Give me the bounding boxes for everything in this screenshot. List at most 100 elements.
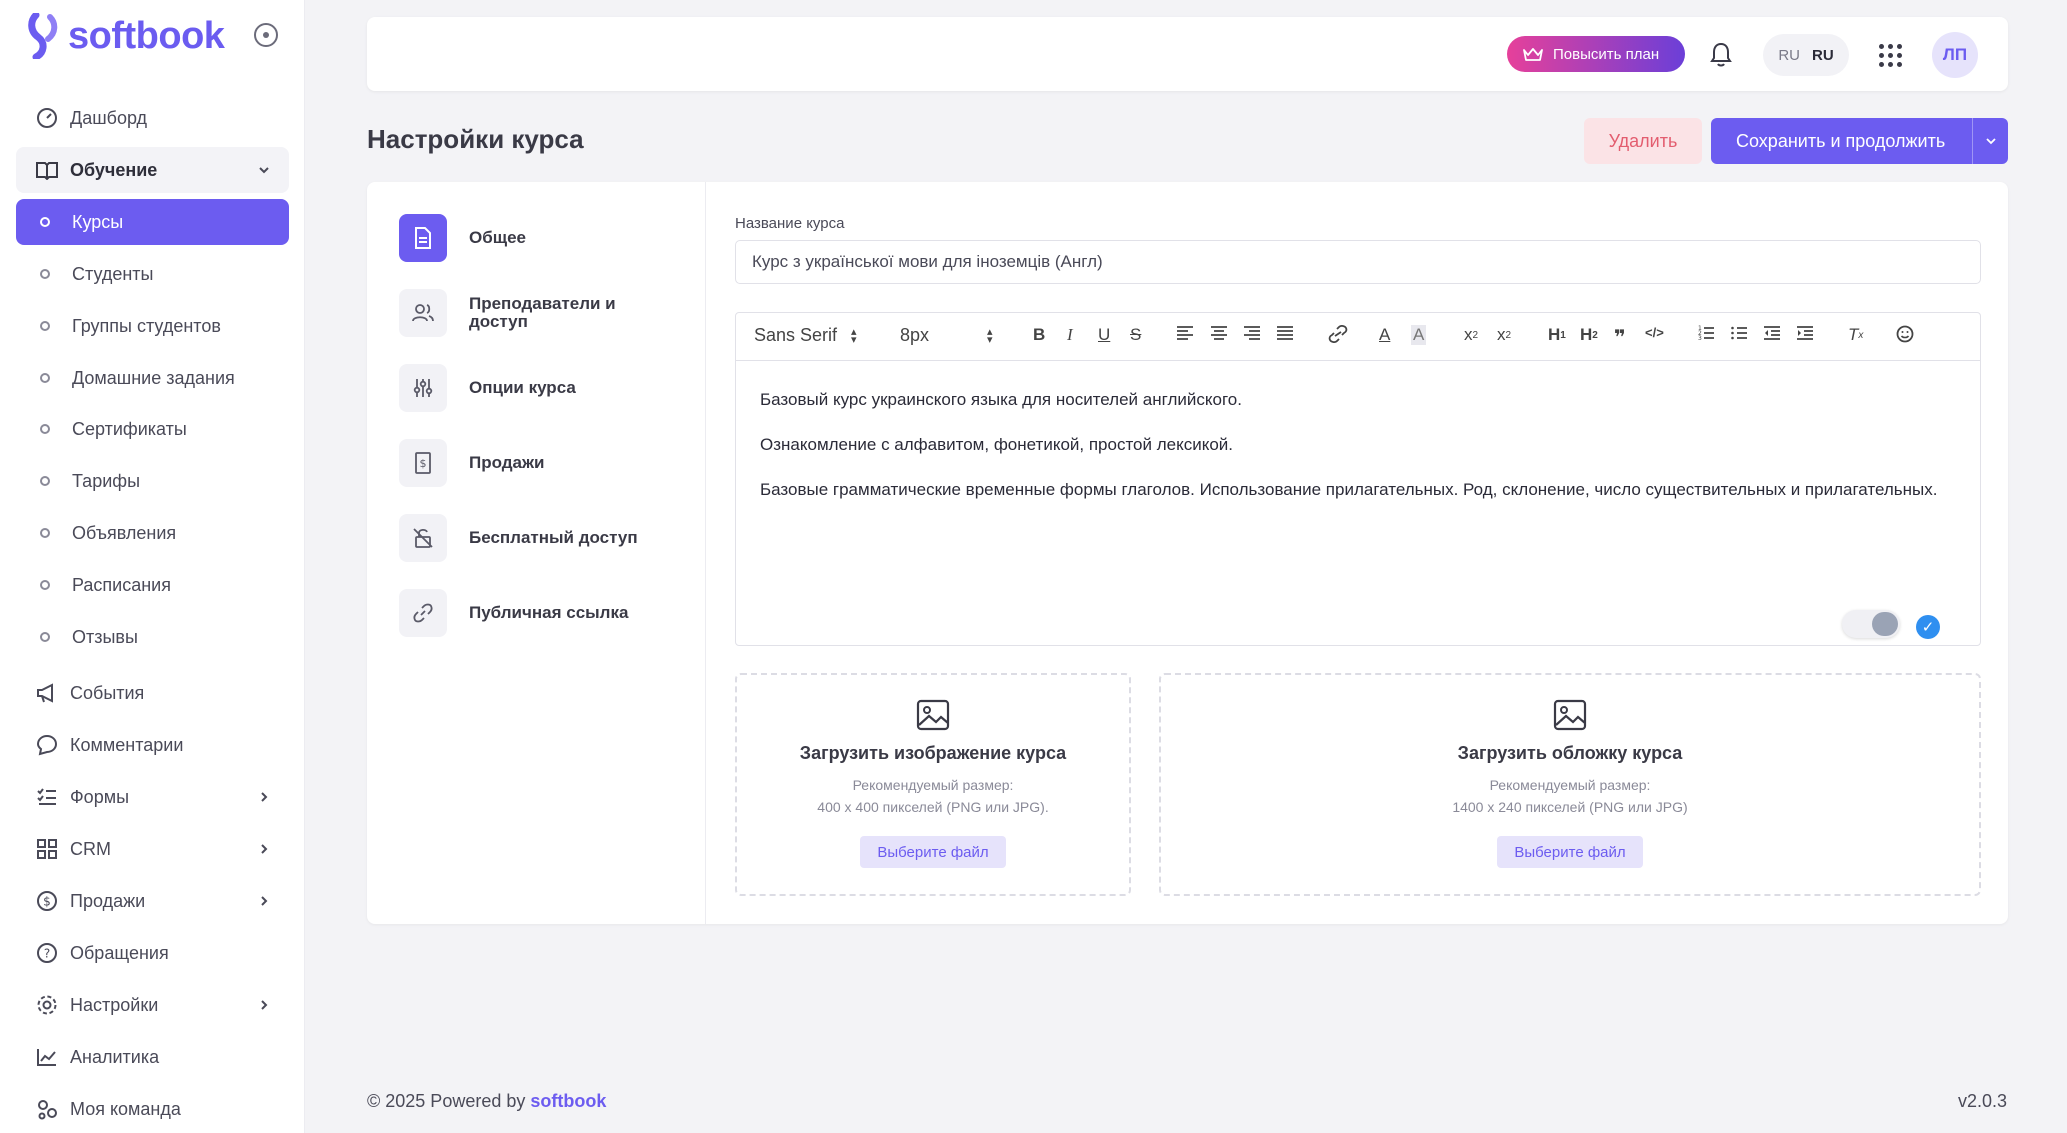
- font-family-select[interactable]: Sans Serif ▴ ▾: [754, 325, 857, 346]
- outdent-icon[interactable]: [1763, 325, 1781, 341]
- choose-file-button[interactable]: Выберите файл: [860, 836, 1006, 868]
- editor-content[interactable]: Базовый курс украинского языка для носит…: [736, 361, 1980, 548]
- sidebar-item-announcements[interactable]: Объявления: [16, 510, 289, 556]
- heading-1-icon[interactable]: H1: [1548, 325, 1566, 345]
- grammar-check-icon[interactable]: ✓: [1916, 615, 1940, 639]
- tab-teachers-access[interactable]: Преподаватели и доступ: [399, 289, 699, 337]
- sidebar: softbook Дашборд Обучение Курсы Студенты…: [0, 0, 305, 1133]
- sidebar-item-courses[interactable]: Курсы: [16, 199, 289, 245]
- code-icon[interactable]: </>: [1645, 325, 1664, 340]
- underline-icon[interactable]: U: [1098, 325, 1110, 345]
- course-name-input[interactable]: [735, 240, 1981, 284]
- sidebar-item-forms[interactable]: Формы: [16, 774, 289, 820]
- save-and-continue-button[interactable]: Сохранить и продолжить: [1711, 118, 2008, 164]
- align-left-icon[interactable]: [1176, 325, 1194, 341]
- course-settings-card: Общее Преподаватели и доступ Опции курса…: [367, 182, 2008, 924]
- tab-free-access[interactable]: Бесплатный доступ: [399, 514, 699, 562]
- sidebar-item-events[interactable]: События: [16, 670, 289, 716]
- font-size-select[interactable]: 8px ▴ ▾: [900, 325, 993, 346]
- sidebar-item-tariffs[interactable]: Тарифы: [16, 458, 289, 504]
- dollar-icon: $: [36, 890, 58, 912]
- team-icon: [36, 1098, 58, 1120]
- logo[interactable]: softbook: [26, 10, 225, 62]
- bullet-icon: [40, 528, 50, 538]
- background-color-icon[interactable]: A: [1411, 325, 1427, 345]
- align-center-icon[interactable]: [1210, 325, 1228, 341]
- superscript-icon[interactable]: x2: [1464, 325, 1478, 345]
- bold-icon[interactable]: B: [1033, 325, 1045, 345]
- heading-2-icon[interactable]: H2: [1580, 325, 1598, 345]
- sidebar-item-label: CRM: [70, 838, 111, 859]
- sidebar-item-requests[interactable]: ? Обращения: [16, 930, 289, 976]
- unlock-icon: [399, 514, 447, 562]
- sidebar-item-label: Объявления: [72, 522, 177, 543]
- tab-general[interactable]: Общее: [399, 214, 699, 262]
- delete-button[interactable]: Удалить: [1584, 118, 1702, 164]
- bullet-icon: [40, 217, 50, 227]
- sidebar-item-student-groups[interactable]: Группы студентов: [16, 303, 289, 349]
- chevron-right-icon: [257, 788, 271, 809]
- strikethrough-icon[interactable]: S: [1130, 325, 1141, 345]
- sidebar-item-sales[interactable]: $ Продажи: [16, 878, 289, 924]
- bullet-icon: [40, 476, 50, 486]
- apps-grid-icon[interactable]: [1874, 39, 1904, 69]
- sidebar-pin-button[interactable]: [254, 23, 278, 47]
- sidebar-item-students[interactable]: Студенты: [16, 251, 289, 297]
- link-icon[interactable]: [1328, 325, 1348, 343]
- writing-assistant-toggle[interactable]: [1842, 610, 1900, 638]
- sidebar-item-settings[interactable]: Настройки: [16, 982, 289, 1028]
- upgrade-plan-button[interactable]: Повысить план: [1507, 36, 1685, 72]
- upload-hint: Рекомендуемый размер: 400 x 400 пикселей…: [737, 774, 1129, 818]
- align-justify-icon[interactable]: [1276, 325, 1294, 341]
- course-image-upload[interactable]: Загрузить изображение курса Рекомендуемы…: [735, 673, 1131, 896]
- indent-icon[interactable]: [1796, 325, 1814, 341]
- save-dropdown-toggle[interactable]: [1972, 118, 2008, 164]
- updown-icon: ▴ ▾: [851, 325, 857, 346]
- receipt-icon: $: [399, 439, 447, 487]
- sidebar-item-label: Тарифы: [72, 470, 141, 491]
- italic-icon[interactable]: I: [1067, 325, 1073, 345]
- sidebar-item-schedules[interactable]: Расписания: [16, 562, 289, 608]
- emoji-icon[interactable]: [1896, 325, 1914, 343]
- clear-formatting-icon[interactable]: Tx: [1848, 325, 1863, 345]
- dashboard-icon: [36, 107, 58, 129]
- blockquote-icon[interactable]: ❞: [1614, 325, 1626, 350]
- crown-icon: [1523, 48, 1543, 61]
- sidebar-item-label: Аналитика: [70, 1046, 160, 1067]
- comment-icon: [36, 734, 58, 756]
- language-switcher[interactable]: RU RU: [1763, 34, 1849, 76]
- subscript-icon[interactable]: x2: [1497, 325, 1511, 345]
- sidebar-item-reviews[interactable]: Отзывы: [16, 614, 289, 660]
- description-editor[interactable]: Sans Serif ▴ ▾ 8px ▴ ▾ B I U S A A x2 x2 H…: [735, 312, 1981, 646]
- avatar[interactable]: ЛП: [1932, 32, 1978, 78]
- choose-file-button[interactable]: Выберите файл: [1497, 836, 1643, 868]
- sidebar-item-label: Моя команда: [70, 1098, 181, 1119]
- language-current: RU: [1812, 46, 1834, 64]
- bell-icon[interactable]: [1706, 39, 1736, 69]
- sidebar-item-label: Комментарии: [70, 734, 184, 755]
- topbar: Повысить план RU RU ЛП: [367, 17, 2008, 91]
- tab-course-options[interactable]: Опции курса: [399, 364, 699, 412]
- sidebar-item-crm[interactable]: CRM: [16, 826, 289, 872]
- course-cover-upload[interactable]: Загрузить обложку курса Рекомендуемый ра…: [1159, 673, 1981, 896]
- upgrade-plan-label: Повысить план: [1553, 45, 1660, 63]
- sidebar-item-comments[interactable]: Комментарии: [16, 722, 289, 768]
- ordered-list-icon[interactable]: 123: [1697, 325, 1715, 341]
- tab-label: Опции курса: [469, 378, 576, 397]
- footer-brand-link[interactable]: softbook: [530, 1091, 606, 1111]
- gear-icon: [36, 994, 58, 1016]
- sidebar-item-label: Настройки: [70, 994, 159, 1015]
- sidebar-item-dashboard[interactable]: Дашборд: [16, 95, 289, 141]
- sidebar-item-homework[interactable]: Домашние задания: [16, 355, 289, 401]
- font-family-value: Sans Serif: [754, 325, 838, 345]
- align-right-icon[interactable]: [1243, 325, 1261, 341]
- tab-sales[interactable]: $ Продажи: [399, 439, 699, 487]
- sidebar-item-my-team[interactable]: Моя команда: [16, 1086, 289, 1132]
- bullet-list-icon[interactable]: [1730, 325, 1748, 341]
- sidebar-item-learning[interactable]: Обучение: [16, 147, 289, 193]
- tab-public-link[interactable]: Публичная ссылка: [399, 589, 699, 637]
- bullet-icon: [40, 373, 50, 383]
- sidebar-item-certificates[interactable]: Сертификаты: [16, 406, 289, 452]
- text-color-icon[interactable]: A: [1379, 325, 1390, 345]
- sidebar-item-analytics[interactable]: Аналитика: [16, 1034, 289, 1080]
